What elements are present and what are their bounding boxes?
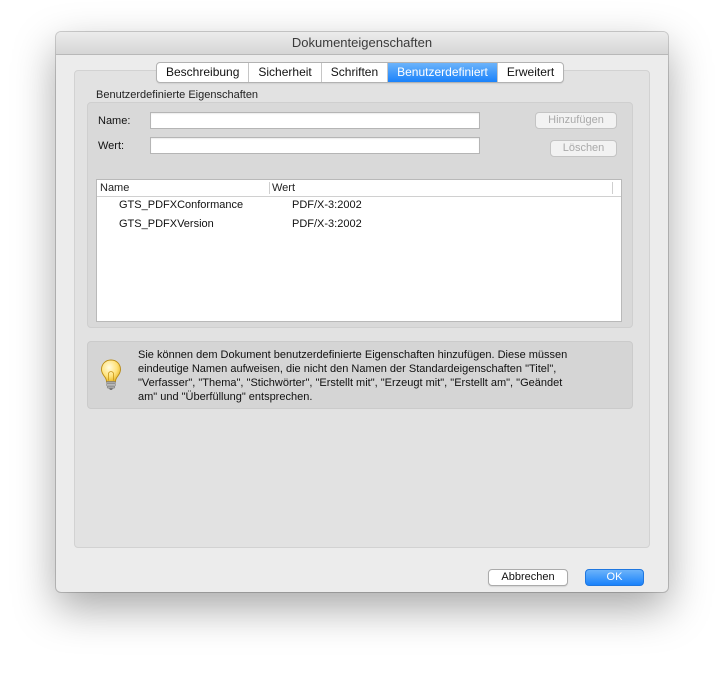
- name-label: Name:: [98, 115, 131, 127]
- column-separator: [612, 182, 613, 194]
- tab-sicherheit[interactable]: Sicherheit: [249, 63, 322, 82]
- window-title: Dokumenteigenschaften: [56, 32, 668, 55]
- info-line: Sie können dem Dokument benutzerdefinier…: [138, 349, 568, 361]
- ok-button[interactable]: OK: [585, 569, 644, 586]
- row-value-cell: PDF/X-3:2002: [292, 199, 362, 211]
- tab-benutzerdefiniert[interactable]: Benutzerdefiniert: [388, 63, 498, 82]
- tab-content-panel: Benutzerdefinierte Eigenschaften Name: W…: [74, 70, 650, 548]
- custom-properties-group: Name: Wert: Hinzufügen Löschen Name Wert…: [87, 102, 633, 328]
- row-value-cell: PDF/X-3:2002: [292, 218, 362, 230]
- info-text: Sie können dem Dokument benutzerdefinier…: [138, 348, 622, 404]
- value-input[interactable]: [150, 137, 480, 154]
- tab-beschreibung[interactable]: Beschreibung: [157, 63, 250, 82]
- row-name-cell: GTS_PDFXConformance: [119, 199, 244, 211]
- info-box: Sie können dem Dokument benutzerdefinier…: [87, 341, 633, 409]
- table-row[interactable]: GTS_PDFXConformance PDF/X-3:2002: [97, 196, 621, 215]
- properties-table: Name Wert GTS_PDFXConformance PDF/X-3:20…: [96, 179, 622, 322]
- tab-erweitert[interactable]: Erweitert: [498, 63, 563, 82]
- value-label: Wert:: [98, 140, 125, 152]
- row-name-cell: GTS_PDFXVersion: [119, 218, 214, 230]
- name-input[interactable]: [150, 112, 480, 129]
- section-label: Benutzerdefinierte Eigenschaften: [96, 89, 259, 101]
- info-line: am" und "Überfüllung" entsprechen.: [138, 391, 313, 403]
- column-header-value[interactable]: Wert: [272, 180, 295, 196]
- info-line: "Verfasser", "Thema", "Stichwörter", "Er…: [138, 377, 563, 389]
- document-properties-dialog: Dokumenteigenschaften Benutzerdefinierte…: [56, 32, 668, 592]
- tab-schriften[interactable]: Schriften: [322, 63, 389, 82]
- column-header-name[interactable]: Name: [100, 180, 129, 196]
- add-button[interactable]: Hinzufügen: [535, 112, 617, 129]
- tab-bar: Beschreibung Sicherheit Schriften Benutz…: [156, 62, 565, 83]
- table-row[interactable]: GTS_PDFXVersion PDF/X-3:2002: [97, 215, 621, 234]
- info-line: eindeutige Namen aufweisen, die nicht de…: [138, 363, 557, 375]
- lightbulb-icon: [101, 359, 121, 390]
- cancel-button[interactable]: Abbrechen: [488, 569, 568, 586]
- delete-button[interactable]: Löschen: [550, 140, 617, 157]
- column-separator: [269, 182, 270, 194]
- table-header: Name Wert: [97, 180, 621, 197]
